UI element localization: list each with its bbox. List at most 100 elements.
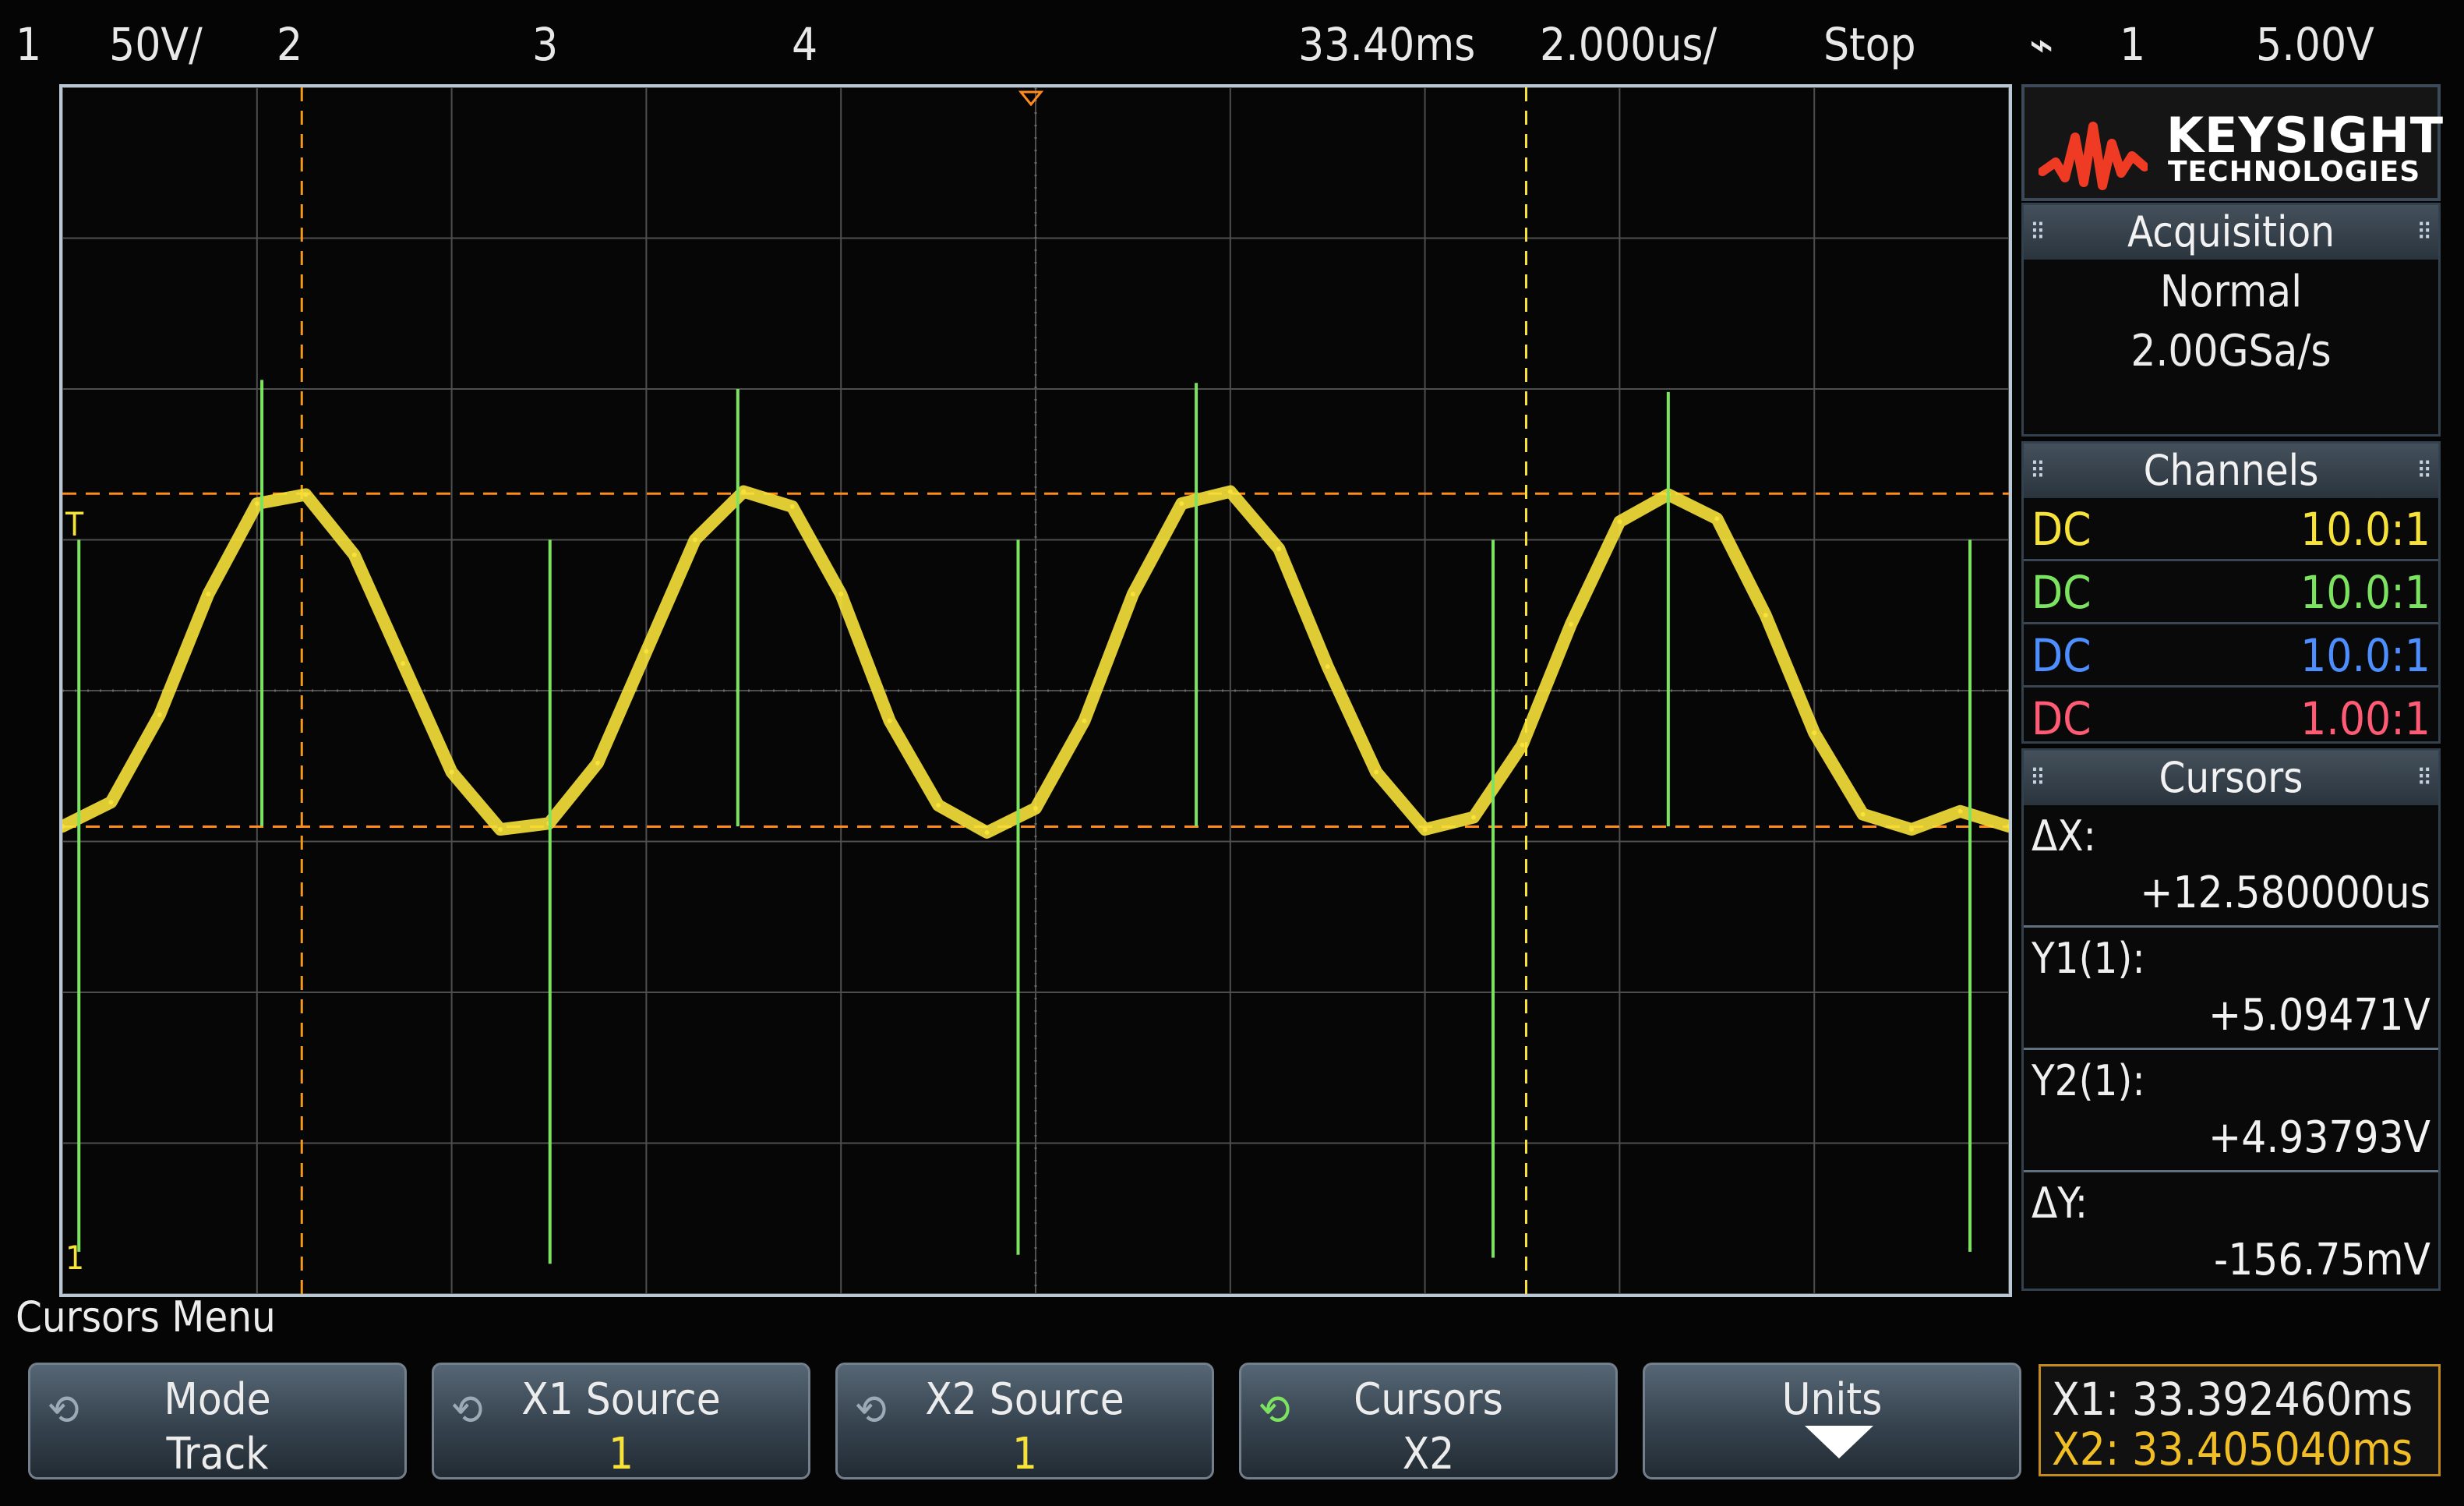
acquisition-title: Acquisition [2127,207,2335,256]
acquisition-panel: ⠿ Acquisition ⠿ Normal 2.00GSa/s [2021,203,2441,437]
channel-1-sample-point [303,492,309,497]
channel-1-sample-point [1471,815,1477,820]
channel-1-sample-point [1033,805,1038,811]
channel-1-number[interactable]: 1 [16,17,41,72]
channel-1-probe: 10.0:1 [2300,503,2430,556]
channel-1-sample-point [887,718,892,723]
channel-1-sample-point [1763,613,1768,618]
x1-source-softkey[interactable]: ⟲ X1 Source 1 [432,1363,810,1479]
mode-value: Track [166,1429,269,1479]
channel-1-sample-point [1617,519,1622,525]
grip-icon: ⠿ [2416,219,2432,246]
x2-source-softkey[interactable]: ⟲ X2 Source 1 [835,1363,1214,1479]
channel-1-sample-point [644,649,649,654]
keysight-wave-icon [2039,122,2148,190]
run-state[interactable]: Stop [1823,17,1916,72]
grip-icon: ⠿ [2416,458,2432,485]
channel-1-sample-point [692,537,697,543]
cursors-value: X2 [1402,1429,1455,1479]
units-label: Units [1781,1374,1883,1425]
channel-1-sample-point [157,712,162,717]
y1-label: Y1(1): [2032,934,2145,983]
channel-1-sample-point [595,760,600,765]
channel-row: DC 10.0:1 [2024,498,2438,559]
cursors-softkey[interactable]: ⟲ Cursors X2 [1239,1363,1618,1479]
channel-1-sample-point [984,829,990,835]
cursors-title: Cursors [2159,753,2303,802]
timebase[interactable]: 2.000us/ [1540,17,1717,72]
channel-1-sample-point [1276,546,1282,552]
mode-softkey[interactable]: ⟲ Mode Track [28,1363,407,1479]
acquisition-header[interactable]: ⠿ Acquisition ⠿ [2024,205,2438,260]
channel-1-sample-point [1422,827,1428,833]
delta-x-block: ΔX: +12.580000us [2024,805,2438,928]
channel-3-number[interactable]: 3 [532,17,558,72]
sample-rate: 2.00GSa/s [2130,326,2332,376]
units-softkey[interactable]: Units [1643,1363,2021,1479]
channel-1-sample-point [936,803,941,808]
channel-1-sample-point [1227,489,1233,494]
channel-1-scale[interactable]: 50V/ [109,17,203,72]
waveform-plot[interactable] [62,87,2009,1294]
delta-y-value: -156.75mV [2214,1235,2430,1285]
channel-1-sample-point [1520,742,1525,748]
channel-1-sample-point [1568,621,1573,627]
x2-source-value: 1 [1011,1429,1038,1479]
trigger-level[interactable]: 5.00V [2256,17,2374,72]
channel-4-coupling: DC [2032,692,2092,745]
keysight-logo: KEYSIGHT TECHNOLOGIES [2021,84,2443,201]
ground-marker: 1 [65,1239,85,1277]
channel-4-probe: 1.00:1 [2300,692,2430,745]
acquisition-mode: Normal [2159,267,2303,317]
channel-1-sample-point [1374,769,1379,775]
logo-subtitle: TECHNOLOGIES [2168,156,2421,188]
channel-2-coupling: DC [2032,566,2092,619]
channel-4-number[interactable]: 4 [792,17,817,72]
channel-1-coupling: DC [2032,503,2092,556]
y2-label: Y2(1): [2032,1056,2145,1105]
channel-1-sample-point [254,501,259,507]
channel-1-sample-point [1179,501,1184,507]
cursor-readout: X1: 33.392460ms X2: 33.405040ms [2039,1364,2441,1476]
channel-1-sample-point [741,489,747,494]
channel-1-sample-point [351,552,357,557]
channel-1-sample-point [401,661,406,666]
channel-2-probe: 10.0:1 [2300,566,2430,619]
cursors-header[interactable]: ⠿ Cursors ⠿ [2024,751,2438,805]
channel-1-sample-point [1957,808,1963,814]
delta-x-value: +12.580000us [2140,868,2430,918]
channels-title: Channels [2143,446,2319,495]
mode-label: Mode [164,1374,271,1425]
channels-panel: ⠿ Channels ⠿ DC 10.0:1 DC 10.0:1 DC 10.0… [2021,441,2441,745]
channel-2-number[interactable]: 2 [277,17,302,72]
channel-1-sample-point [838,592,844,597]
channel-3-coupling: DC [2032,629,2092,682]
channel-1-sample-point [1909,827,1915,833]
x2-readout: X2: 33.405040ms [2052,1423,2413,1476]
trigger-edge-icon[interactable]: ⌁ [2029,17,2053,72]
trigger-marker: T [65,505,84,543]
menu-title: Cursors Menu [16,1292,276,1342]
delta-x-label: ΔX: [2032,811,2096,861]
y1-value: +5.09471V [2208,990,2430,1041]
trigger-source[interactable]: 1 [2120,17,2145,72]
y2-block: Y2(1): +4.93793V [2024,1050,2438,1172]
channel-3-probe: 10.0:1 [2300,629,2430,682]
waveform-display[interactable]: T 1 [59,84,2012,1297]
channel-1-sample-point [1812,730,1817,736]
channel-1-sample-point [206,592,211,597]
channel-1-sample-point [1325,664,1330,670]
delta-y-label: ΔY: [2032,1179,2088,1228]
cursors-panel: ⠿ Cursors ⠿ ΔX: +12.580000us Y1(1): +5.0… [2021,748,2441,1291]
channel-row: DC 10.0:1 [2024,622,2438,685]
horizontal-delay[interactable]: 33.40ms [1298,17,1475,72]
channels-header[interactable]: ⠿ Channels ⠿ [2024,444,2438,498]
channel-1-sample-point [1860,811,1866,817]
channel-1-sample-point [449,769,454,775]
channel-1-sample-point [1082,718,1087,723]
channel-1-sample-point [108,800,114,805]
channel-list: DC 10.0:1 DC 10.0:1 DC 10.0:1 DC 1.00:1 [2024,498,2438,748]
y2-value: +4.93793V [2208,1112,2430,1163]
cursors-label: Cursors [1354,1374,1503,1425]
x1-source-label: X1 Source [521,1374,721,1425]
